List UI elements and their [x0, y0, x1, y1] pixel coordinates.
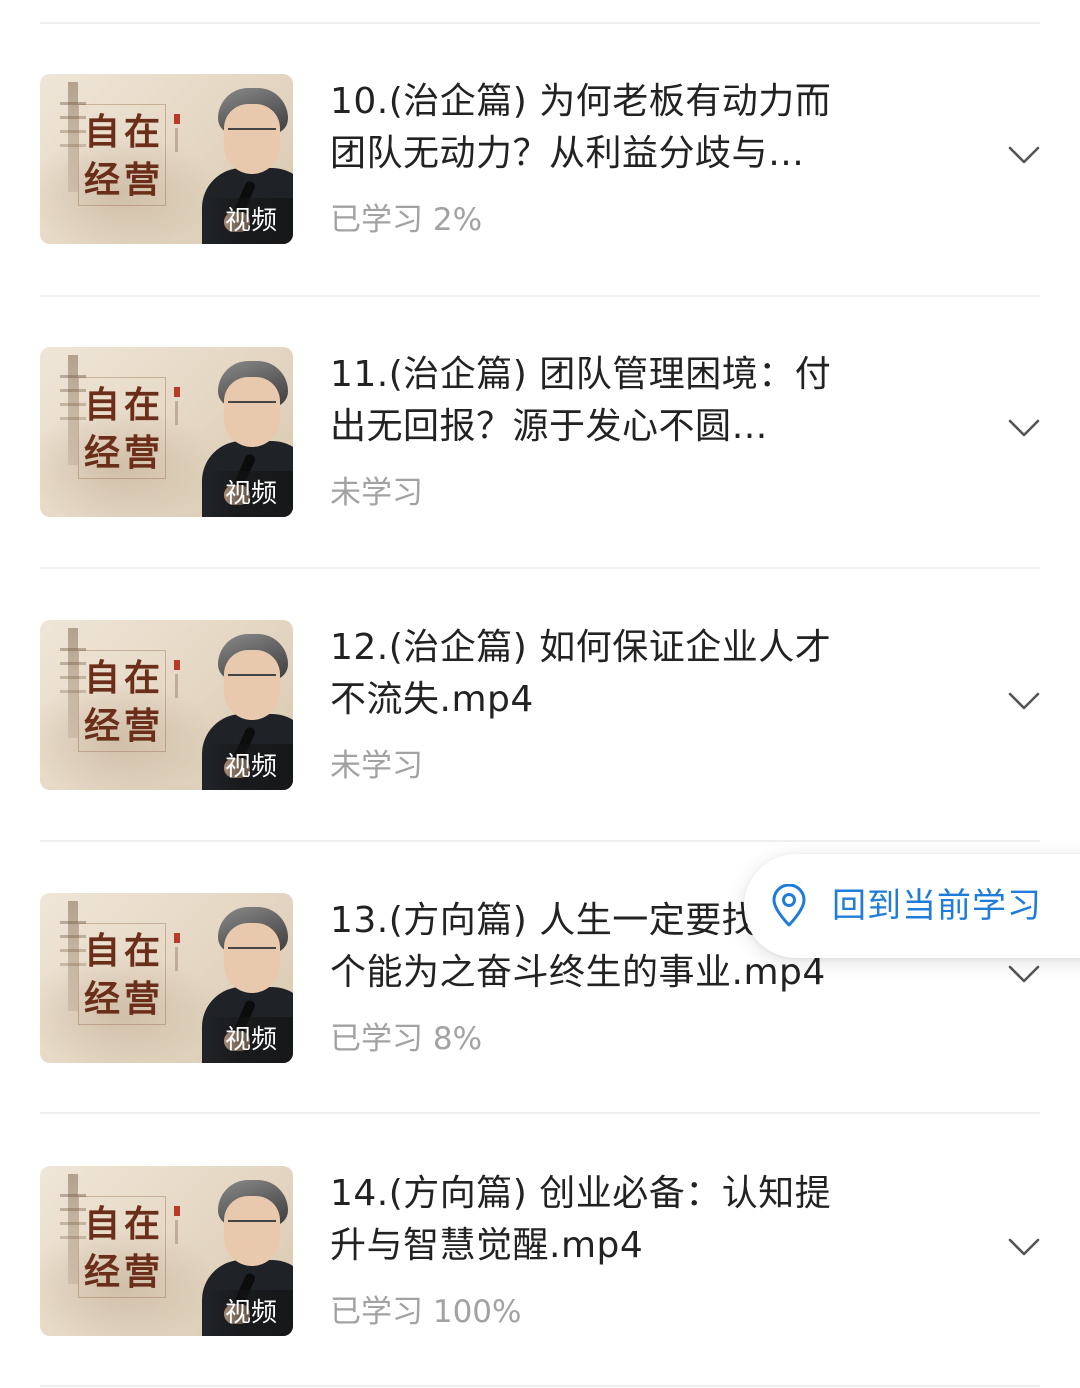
pagoda-icon — [60, 628, 86, 738]
chevron-down-icon[interactable] — [1008, 144, 1040, 166]
course-title-line: 14.(方向篇) 创业必备：认知提 — [330, 1173, 832, 1214]
pagoda-icon — [60, 1174, 86, 1284]
thumbnail-title-char: 自 — [84, 1203, 121, 1245]
pagoda-icon — [60, 355, 86, 465]
seal-decoration — [175, 401, 178, 425]
thumbnail-title-char: 自 — [84, 384, 121, 426]
thumbnail-title-char: 自 — [84, 111, 121, 153]
course-title[interactable]: 14.(方向篇) 创业必备：认知提 升与智慧觉醒.mp4 — [330, 1168, 890, 1272]
seal-icon — [174, 1206, 180, 1216]
course-title-line: 11.(治企篇) 团队管理困境：付 — [330, 354, 832, 395]
video-badge: 视频 — [224, 1298, 277, 1328]
video-badge: 视频 — [224, 1025, 277, 1055]
thumbnail-title-char: 在 — [124, 111, 161, 153]
thumbnail-title-char: 自 — [84, 657, 121, 699]
pagoda-icon — [60, 82, 86, 192]
thumbnail-title-char: 营 — [124, 705, 161, 747]
video-thumbnail: 自 在 经 营 视频 — [40, 893, 293, 1063]
pagoda-icon — [60, 901, 86, 1011]
thumbnail-title-char: 经 — [84, 1251, 121, 1293]
thumbnail-title-char: 经 — [84, 432, 121, 474]
thumbnail-title-char: 经 — [84, 978, 121, 1020]
thumbnail-title-char: 营 — [124, 432, 161, 474]
thumbnail-title-char: 在 — [124, 657, 161, 699]
video-thumbnail: 自 在 经 营 视频 — [40, 620, 293, 790]
thumbnail-title-char: 营 — [124, 159, 161, 201]
course-title-line: 不流失.mp4 — [330, 679, 534, 720]
course-title-line: 10.(治企篇) 为何老板有动力而 — [330, 81, 832, 122]
course-title-line: 团队无动力？从利益分歧与… — [330, 133, 805, 174]
course-title[interactable]: 11.(治企篇) 团队管理困境：付 出无回报？源于发心不圆… — [330, 349, 890, 453]
progress-status: 已学习 8% — [330, 1021, 483, 1057]
seal-icon — [174, 933, 180, 943]
seal-decoration — [175, 128, 178, 152]
seal-icon — [174, 387, 180, 397]
seal-icon — [174, 660, 180, 670]
course-title[interactable]: 10.(治企篇) 为何老板有动力而 团队无动力？从利益分歧与… — [330, 76, 890, 180]
seal-decoration — [175, 947, 178, 971]
video-badge: 视频 — [224, 479, 277, 509]
course-title[interactable]: 12.(治企篇) 如何保证企业人才 不流失.mp4 — [330, 622, 890, 726]
thumbnail-title-char: 在 — [124, 1203, 161, 1245]
chevron-down-icon[interactable] — [1008, 1236, 1040, 1258]
chevron-down-icon[interactable] — [1008, 963, 1040, 985]
seal-icon — [174, 114, 180, 124]
progress-status: 已学习 2% — [330, 202, 483, 238]
divider — [40, 1385, 1040, 1387]
course-item-10[interactable]: 自 在 经 营 视频 10.(治企篇) 为何老板有动力而 团队无动力？从利益分歧… — [0, 0, 1080, 272]
progress-status: 已学习 100% — [330, 1294, 522, 1330]
chevron-down-icon[interactable] — [1008, 690, 1040, 712]
back-to-current-label: 回到当前学习 — [832, 886, 1042, 926]
course-item-14[interactable]: 自 在 经 营 视频 14.(方向篇) 创业必备：认知提 升与智慧觉醒.mp4 … — [0, 1092, 1080, 1364]
video-badge: 视频 — [224, 752, 277, 782]
thumbnail-title-char: 营 — [124, 978, 161, 1020]
course-title-line: 12.(治企篇) 如何保证企业人才 — [330, 627, 832, 668]
thumbnail-title-char: 在 — [124, 384, 161, 426]
course-title-line: 升与智慧觉醒.mp4 — [330, 1225, 644, 1266]
course-item-11[interactable]: 自 在 经 营 视频 11.(治企篇) 团队管理困境：付 出无回报？源于发心不圆… — [0, 273, 1080, 545]
back-to-current-button[interactable]: 回到当前学习 — [744, 854, 1080, 958]
chevron-down-icon[interactable] — [1008, 417, 1040, 439]
progress-status: 未学习 — [330, 475, 423, 511]
seal-decoration — [175, 1220, 178, 1244]
thumbnail-title-char: 经 — [84, 705, 121, 747]
thumbnail-title-char: 在 — [124, 930, 161, 972]
thumbnail-title-char: 营 — [124, 1251, 161, 1293]
video-thumbnail: 自 在 经 营 视频 — [40, 347, 293, 517]
course-title-line: 出无回报？源于发心不圆… — [330, 406, 769, 447]
location-pin-icon — [772, 884, 806, 927]
progress-status: 未学习 — [330, 748, 423, 784]
course-item-12[interactable]: 自 在 经 营 视频 12.(治企篇) 如何保证企业人才 不流失.mp4 未学习 — [0, 546, 1080, 818]
thumbnail-title-char: 经 — [84, 159, 121, 201]
thumbnail-title-char: 自 — [84, 930, 121, 972]
video-badge: 视频 — [224, 206, 277, 236]
seal-decoration — [175, 674, 178, 698]
video-thumbnail: 自 在 经 营 视频 — [40, 1166, 293, 1336]
video-thumbnail: 自 在 经 营 视频 — [40, 74, 293, 244]
